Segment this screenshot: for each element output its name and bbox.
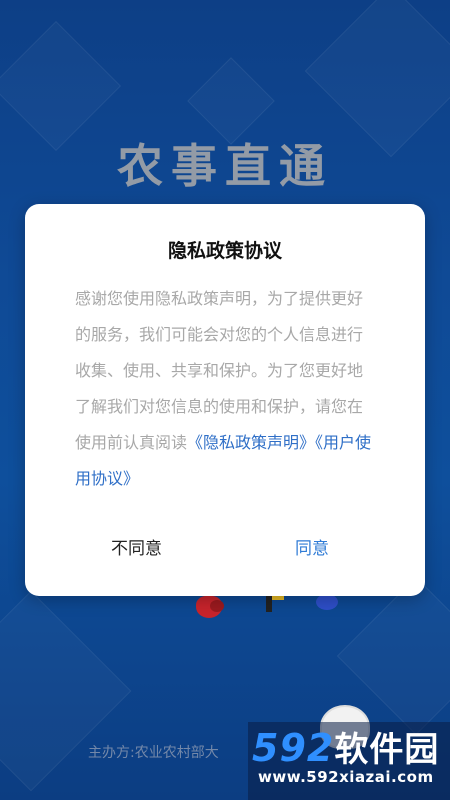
disagree-button[interactable]: 不同意 (111, 534, 162, 559)
watermark: 592软件园 www.592xiazai.com (248, 722, 450, 800)
decoration-blue-object (316, 594, 338, 610)
watermark-logo: 592软件园 (252, 722, 439, 771)
watermark-brand: 软件园 (334, 730, 440, 770)
agree-button[interactable]: 同意 (295, 534, 329, 559)
watermark-number: 592 (252, 726, 335, 770)
decoration-red-object (210, 600, 224, 612)
dialog-title: 隐私政策协议 (167, 240, 282, 262)
dialog-body-text: 感谢您使用隐私政策声明，为了提供更好的服务，我们可能会对您的个人信息进行收集、使… (75, 289, 364, 452)
privacy-policy-link[interactable]: 《隐私政策声明》 (187, 433, 315, 452)
organizer-footer: 主办方:农业农村部大 (88, 745, 219, 761)
privacy-dialog: 隐私政策协议 感谢您使用隐私政策声明，为了提供更好的服务，我们可能会对您的个人信… (25, 204, 425, 596)
watermark-url: www.592xiazai.com (258, 768, 434, 786)
dialog-body: 感谢您使用隐私政策声明，为了提供更好的服务，我们可能会对您的个人信息进行收集、使… (75, 281, 375, 497)
app-title: 农事直通 (117, 139, 333, 193)
